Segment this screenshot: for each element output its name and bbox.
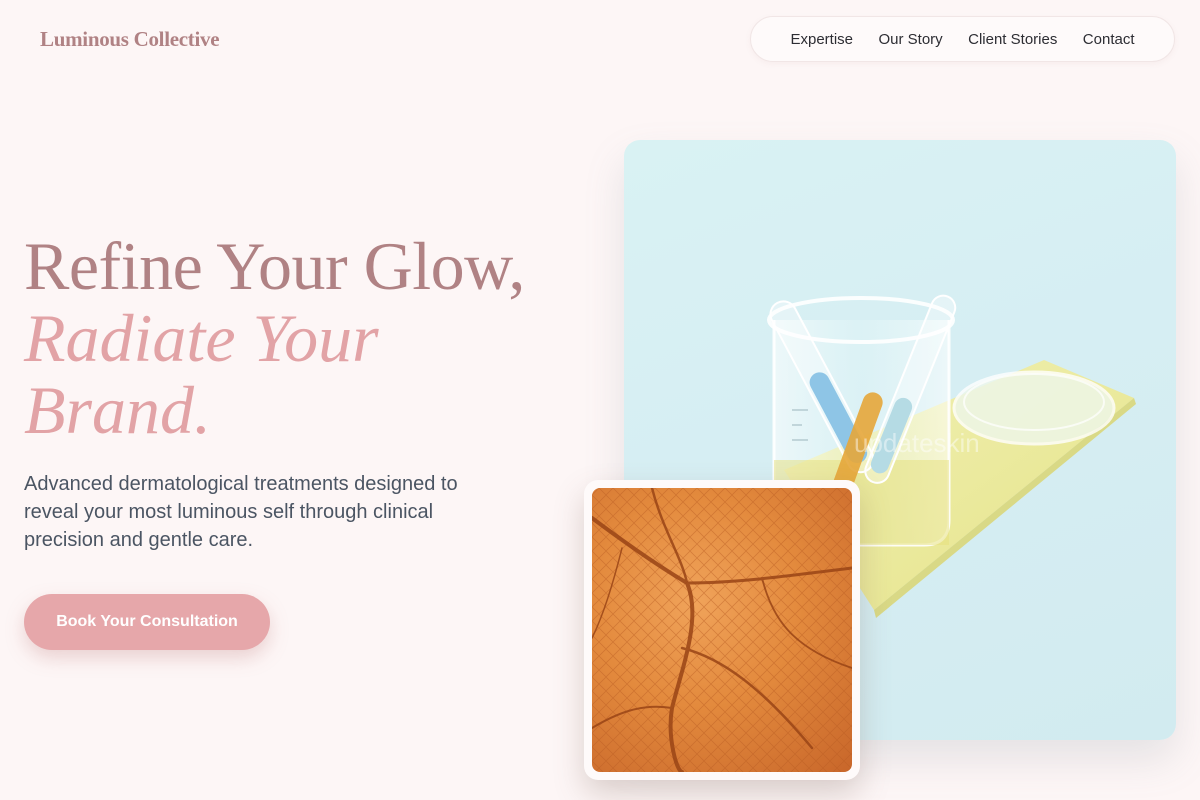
leaf-veins-illustration	[592, 488, 852, 772]
leaf-texture-image	[584, 480, 860, 780]
nav-item-our-story[interactable]: Our Story	[878, 31, 942, 48]
leaf-texture-photo	[592, 488, 852, 772]
nav-item-contact[interactable]: Contact	[1083, 31, 1135, 48]
headline-line-3: Brand.	[24, 372, 211, 448]
hero-subtitle: Advanced dermatological treatments desig…	[24, 473, 458, 551]
headline-line-1: Refine Your Glow,	[24, 228, 525, 304]
headline-line-2: Radiate Your	[24, 300, 379, 376]
nav-item-client-stories[interactable]: Client Stories	[968, 31, 1057, 48]
watermark-text: updateskin	[854, 428, 980, 458]
brand-logo[interactable]: Luminous Collective	[40, 27, 220, 52]
book-consultation-button[interactable]: Book Your Consultation	[24, 594, 270, 650]
hero-headline: Refine Your Glow, Radiate Your Brand.	[24, 230, 525, 446]
main-nav: Expertise Our Story Client Stories Conta…	[750, 16, 1175, 62]
nav-item-expertise[interactable]: Expertise	[790, 31, 853, 48]
